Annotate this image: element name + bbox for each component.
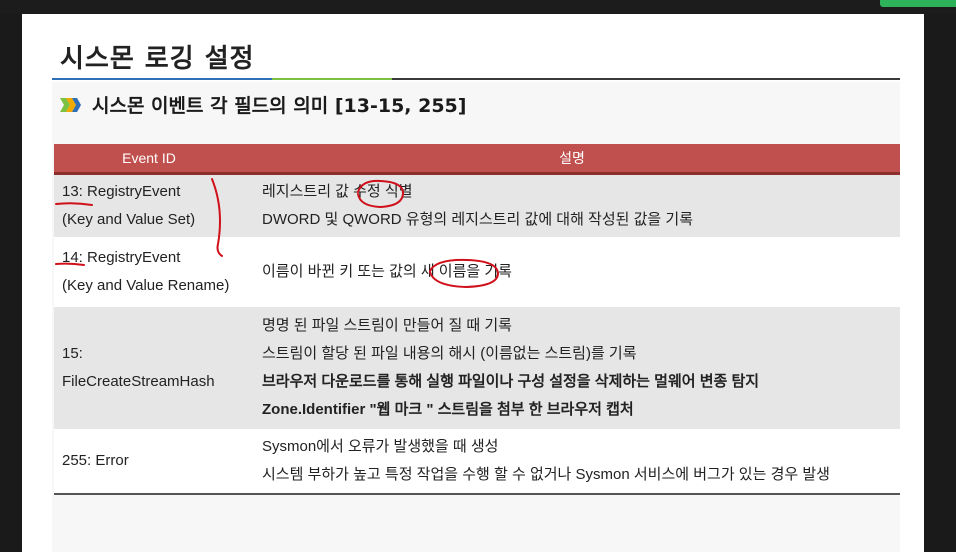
table-row: 255: Error Sysmon에서 오류가 발생했을 때 생성 시스템 부하…	[54, 429, 900, 495]
event-id-line: 13: RegistryEvent	[62, 183, 181, 200]
slide-subtitle: 시스몬 이벤트 각 필드의 의미 [13-15, 255]	[92, 95, 467, 117]
description-line: 명명 된 파일 스트림이 만들어 질 때 기록	[262, 317, 512, 334]
event-id-line: 255: Error	[62, 452, 129, 469]
description-cell: 이름이 바뀐 키 또는 값의 새 이름을 기록	[244, 237, 900, 307]
description-line: 브라우저 다운로드를 통해 실행 파일이나 구성 설정을 삭제하는 멀웨어 변종…	[262, 373, 760, 390]
underline-blue-segment	[52, 78, 272, 80]
description-line: Zone.Identifier "웹 마크 " 스트림을 첨부 한 브라우저 캡…	[262, 401, 634, 418]
underline-green-segment	[272, 78, 392, 80]
description-line: DWORD 및 QWORD 유형의 레지스트리 값에 대해 작성된 값을 기록	[262, 211, 693, 228]
event-id-line: 15:	[62, 345, 83, 362]
event-id-cell: 15: FileCreateStreamHash	[54, 307, 244, 429]
table-header-row: Event ID 설명	[54, 144, 900, 175]
event-id-line: (Key and Value Set)	[62, 211, 196, 228]
meeting-top-bar	[0, 0, 956, 14]
event-id-line: (Key and Value Rename)	[62, 277, 230, 294]
event-id-line: FileCreateStreamHash	[62, 373, 215, 390]
table-row: 13: RegistryEvent (Key and Value Set) 레지…	[54, 173, 900, 237]
bullet-arrow-icon	[60, 98, 81, 112]
underline-dark-segment	[392, 78, 900, 80]
description-line: 레지스트리 값 수정 식별	[262, 183, 413, 200]
header-event-id: Event ID	[54, 144, 244, 175]
right-screen-edge	[924, 14, 956, 552]
description-line: Sysmon에서 오류가 발생했을 때 생성	[262, 438, 499, 455]
title-underline	[52, 78, 900, 80]
meeting-status-button[interactable]	[880, 0, 956, 7]
table-row: 15: FileCreateStreamHash 명명 된 파일 스트림이 만들…	[54, 307, 900, 429]
description-cell: 명명 된 파일 스트림이 만들어 질 때 기록 스트림이 할당 된 파일 내용의…	[244, 307, 900, 429]
slide-title: 시스몬 로깅 설정	[60, 44, 255, 74]
event-id-line: 14: RegistryEvent	[62, 249, 181, 266]
header-description: 설명	[244, 144, 900, 175]
event-id-cell: 14: RegistryEvent (Key and Value Rename)	[54, 237, 244, 307]
description-line: 이름이 바뀐 키 또는 값의 새 이름을 기록	[262, 263, 512, 280]
left-screen-edge	[0, 14, 22, 552]
table-row: 14: RegistryEvent (Key and Value Rename)…	[54, 237, 900, 307]
presentation-slide: 시스몬 로깅 설정 시스몬 이벤트 각 필드의 의미 [13-15, 255] …	[22, 14, 924, 552]
description-line: 스트림이 할당 된 파일 내용의 해시 (이름없는 스트림)를 기록	[262, 345, 637, 362]
description-cell: 레지스트리 값 수정 식별 DWORD 및 QWORD 유형의 레지스트리 값에…	[244, 173, 900, 237]
event-id-cell: 13: RegistryEvent (Key and Value Set)	[54, 173, 244, 237]
event-id-cell: 255: Error	[54, 429, 244, 495]
event-fields-table: Event ID 설명 13: RegistryEvent (Key and V…	[54, 144, 900, 495]
description-cell: Sysmon에서 오류가 발생했을 때 생성 시스템 부하가 높고 특정 작업을…	[244, 429, 900, 495]
description-line: 시스템 부하가 높고 특정 작업을 수행 할 수 없거나 Sysmon 서비스에…	[262, 466, 830, 483]
